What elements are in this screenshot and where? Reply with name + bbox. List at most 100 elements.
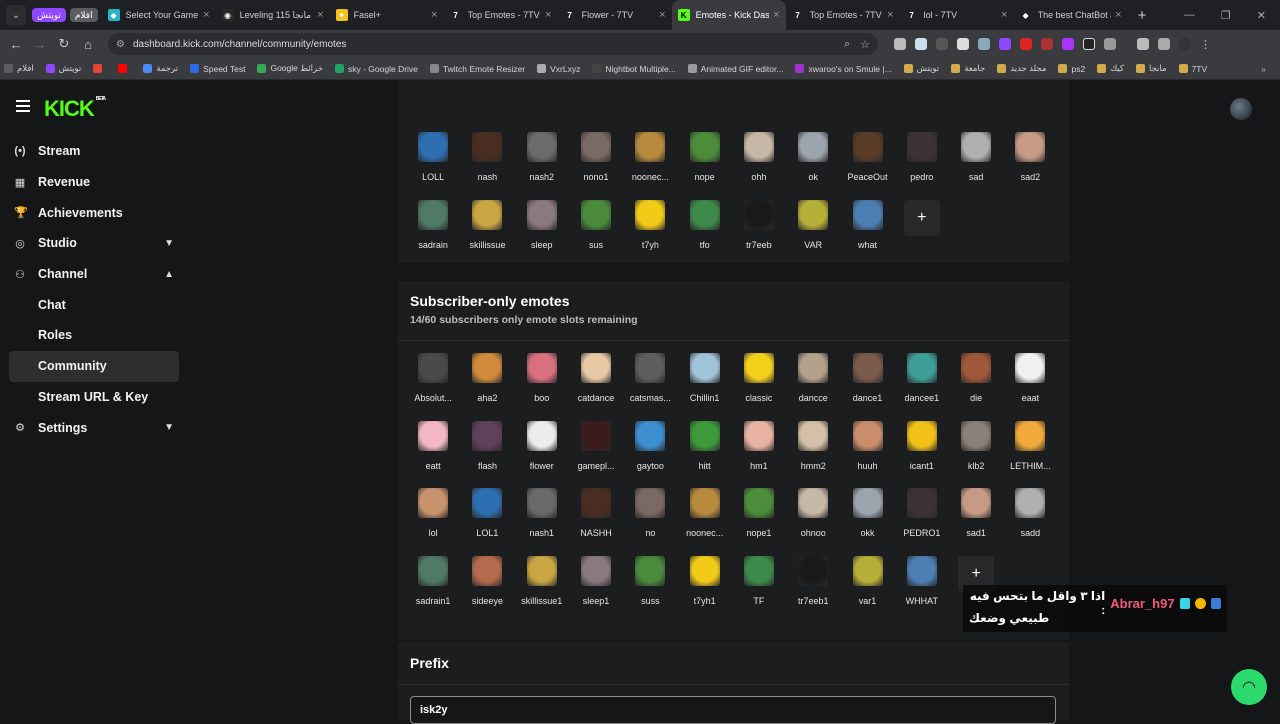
emote-tile[interactable]: skillissue [460,196,514,264]
emote-tile[interactable]: sadrain1 [406,552,460,620]
emote-tile[interactable]: t7yh [623,196,677,264]
emote-tile[interactable]: NASHH [569,484,623,552]
tab-close-icon[interactable]: × [887,9,893,21]
emote-tile[interactable]: pedro [895,128,949,196]
emote-tile[interactable]: VAR [786,196,840,264]
emote-tile[interactable]: sleep1 [569,552,623,620]
emote-tile[interactable]: eaat [1003,349,1057,417]
bookmark-item[interactable]: VxrLxyz [537,64,580,74]
emote-tile[interactable]: PeaceOut [840,128,894,196]
emote-tile[interactable]: boo [515,349,569,417]
kick-logo[interactable]: KICK BETA [44,96,106,122]
emote-tile[interactable]: sadrain [406,196,460,264]
emote-tile[interactable]: TF [732,552,786,620]
browser-tab[interactable]: ◆ Select Your Game S × [102,0,216,30]
emote-tile[interactable]: huuh [840,417,894,485]
emote-tile[interactable]: dancce [786,349,840,417]
emote-tile[interactable]: Absolut... [406,349,460,417]
media-icon[interactable] [1158,38,1170,50]
tab-close-icon[interactable]: × [203,9,209,21]
forward-icon[interactable]: → [28,37,52,52]
bookmark-item[interactable]: Twitch Emote Resizer [429,64,525,74]
emote-tile[interactable]: tr7eeb [732,196,786,264]
emote-tile[interactable]: die [949,349,1003,417]
emote-tile[interactable]: gamepl... [569,417,623,485]
emote-tile[interactable]: var1 [840,552,894,620]
sidebar-item-channel[interactable]: ⚇ Channel ▲ [0,259,190,290]
emote-tile[interactable]: sad1 [949,484,1003,552]
hamburger-menu-icon[interactable] [16,100,30,112]
bookmark-item[interactable] [118,64,131,73]
chevron-down-icon[interactable]: ▼ [164,422,174,433]
emote-tile[interactable]: hm1 [732,417,786,485]
bookmark-item[interactable]: xwaroo's on Smule |... [795,64,892,74]
emote-tile[interactable]: what [840,196,894,264]
avatar[interactable] [1230,98,1252,120]
emote-tile[interactable]: nash2 [515,128,569,196]
emote-tile[interactable]: eatt [406,417,460,485]
bookmark-item[interactable]: Animated GIF editor... [687,64,783,74]
sidebar-item-settings[interactable]: ⚙ Settings ▼ [0,412,190,443]
bookmark-item[interactable]: تويتش [903,63,939,74]
sidebar-item-achievements[interactable]: 🏆 Achievements [0,197,190,228]
browser-menu-icon[interactable]: ⋮ [1200,38,1212,51]
browser-tab[interactable]: K Emotes - Kick Dash × [671,0,786,30]
bookmark-item[interactable]: sky - Google Drive [335,64,418,74]
support-chat-icon[interactable]: ◠ [1231,669,1267,705]
sidebar-item-chat[interactable]: Chat [0,289,190,320]
emote-tile[interactable]: LOLL [406,128,460,196]
emote-tile[interactable]: icant1 [895,417,949,485]
tab-search-chevron-icon[interactable]: ⌄ [6,5,26,25]
bookmark-item[interactable]: مانجا [1135,63,1167,74]
emote-tile[interactable]: nash1 [515,484,569,552]
plus-icon[interactable]: + [903,199,940,236]
tab-close-icon[interactable]: × [545,9,551,21]
profile-icon[interactable] [1179,38,1191,50]
emote-tile[interactable]: okk [840,484,894,552]
bookmark-item[interactable]: Nightbot Multiple... [592,64,676,74]
sidebar-item-stream-url-key[interactable]: Stream URL & Key [0,382,190,413]
bookmark-item[interactable]: كيك [1097,63,1124,74]
extension-icon[interactable] [1041,38,1053,50]
tab-close-icon[interactable]: × [1001,9,1007,21]
emote-tile[interactable]: sideeye [460,552,514,620]
emote-tile[interactable]: nope [677,128,731,196]
emote-tile[interactable]: PEDRO1 [895,484,949,552]
emote-tile[interactable]: hmm2 [786,417,840,485]
emote-tile[interactable]: tr7eeb1 [786,552,840,620]
tab-close-icon[interactable]: × [317,9,323,21]
browser-tab[interactable]: ◆ The best ChatBot a × [1014,0,1128,30]
bookmark-star-icon[interactable]: ☆ [860,38,870,51]
chevron-up-icon[interactable]: ▲ [164,269,174,280]
bookmark-item[interactable]: افلام [4,63,34,74]
extension-icon[interactable] [978,38,990,50]
emote-tile[interactable]: ok [786,128,840,196]
sidebar-item-revenue[interactable]: ▦ Revenue [0,167,190,198]
emote-tile[interactable]: nash [460,128,514,196]
emote-tile[interactable]: sad [949,128,1003,196]
emote-tile[interactable]: lol [406,484,460,552]
emote-tile[interactable]: LETHIM... [1003,417,1057,485]
emote-tile[interactable]: LOL1 [460,484,514,552]
tab-close-icon[interactable]: × [431,9,437,21]
add-emote-button[interactable]: + [895,196,949,264]
pinned-tab[interactable]: افلام [69,8,98,22]
bookmark-item[interactable]: تويتش [45,63,81,74]
close-window-icon[interactable]: ✕ [1257,9,1266,22]
bookmark-item[interactable]: مجلد جديد [997,63,1046,74]
emote-tile[interactable]: flash [460,417,514,485]
emote-tile[interactable]: tfo [677,196,731,264]
extension-icon[interactable] [1062,38,1074,50]
browser-tab[interactable]: ♥ Fasel+ × [330,0,444,30]
extension-icon[interactable] [936,38,948,50]
browser-tab[interactable]: 7 Top Emotes - 7TV × [786,0,900,30]
emote-tile[interactable]: hitt [677,417,731,485]
bookmark-item[interactable]: ترجمة [143,63,178,74]
sidebar-item-community[interactable]: Community [9,350,179,382]
browser-tab[interactable]: 7 lol - 7TV × [900,0,1014,30]
emote-tile[interactable]: catdance [569,349,623,417]
url-text[interactable]: dashboard.kick.com/channel/community/emo… [133,39,834,50]
emote-tile[interactable]: sadd [1003,484,1057,552]
extension-icon[interactable] [1020,38,1032,50]
emote-tile[interactable]: sleep [515,196,569,264]
